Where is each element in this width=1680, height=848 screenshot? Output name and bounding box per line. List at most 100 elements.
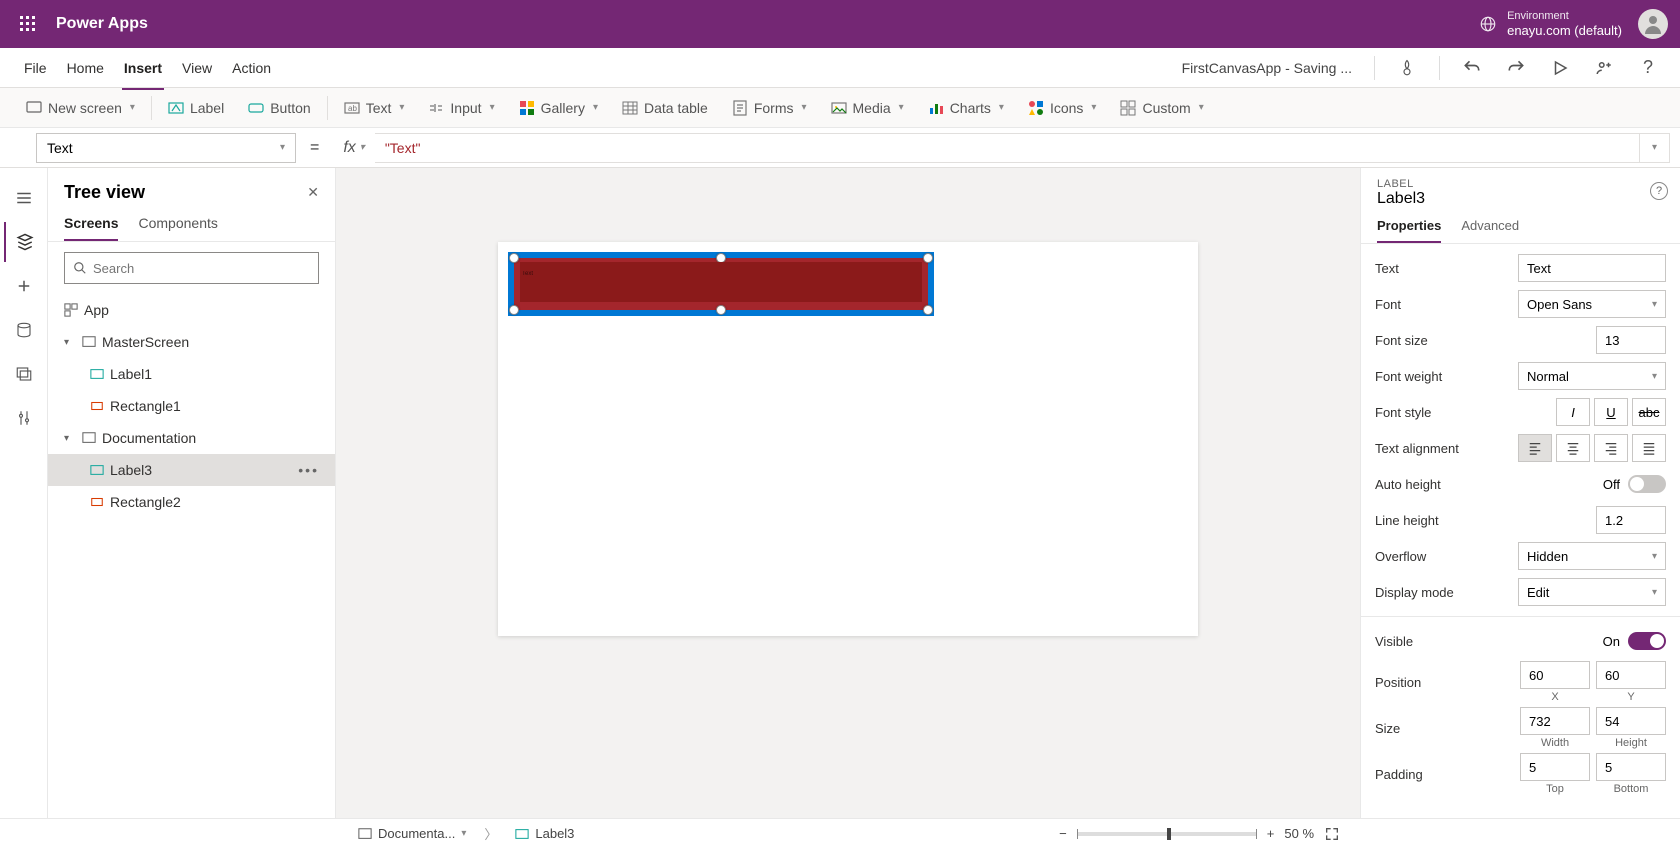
insert-media-dropdown[interactable]: Media▾: [819, 88, 916, 127]
zoom-in-icon[interactable]: +: [1267, 826, 1275, 841]
zoom-slider[interactable]: [1077, 832, 1257, 836]
formula-expand-icon[interactable]: ▾: [1640, 133, 1670, 163]
tree-node-screen[interactable]: ▾ MasterScreen: [48, 326, 335, 358]
breadcrumb-control[interactable]: Label3: [507, 822, 582, 846]
tree-node-screen[interactable]: ▾ Documentation: [48, 422, 335, 454]
formula-input[interactable]: "Text": [375, 133, 1640, 163]
tree-label: Label3: [110, 462, 152, 478]
prop-label: Text: [1375, 261, 1518, 276]
pos-x-input[interactable]: [1520, 661, 1590, 689]
tree-label: App: [84, 302, 109, 318]
new-screen-button[interactable]: New screen▾: [14, 88, 147, 127]
tab-properties[interactable]: Properties: [1377, 218, 1441, 243]
height-input[interactable]: [1596, 707, 1666, 735]
tree-node-control-selected[interactable]: Label3 •••: [48, 454, 335, 486]
font-size-input[interactable]: [1596, 326, 1666, 354]
tree-node-control[interactable]: Rectangle1: [48, 390, 335, 422]
breadcrumb-screen[interactable]: Documenta... ▾: [350, 822, 474, 846]
strikethrough-button[interactable]: abc: [1632, 398, 1666, 426]
tab-screens[interactable]: Screens: [64, 215, 118, 241]
canvas-area[interactable]: Text: [336, 168, 1360, 818]
font-dropdown[interactable]: Open Sans▾: [1518, 290, 1666, 318]
visible-toggle[interactable]: [1628, 632, 1666, 650]
overflow-dropdown[interactable]: Hidden▾: [1518, 542, 1666, 570]
underline-button[interactable]: U: [1594, 398, 1628, 426]
insert-custom-dropdown[interactable]: Custom▾: [1108, 88, 1215, 127]
chevron-down-icon[interactable]: ▾: [64, 433, 76, 444]
play-icon[interactable]: [1542, 50, 1578, 86]
display-mode-dropdown[interactable]: Edit▾: [1518, 578, 1666, 606]
close-icon[interactable]: ✕: [307, 184, 319, 201]
help-icon[interactable]: ?: [1650, 182, 1668, 200]
media-rail-icon[interactable]: [4, 354, 44, 394]
text-input[interactable]: [1518, 254, 1666, 282]
insert-charts-dropdown[interactable]: Charts▾: [916, 88, 1016, 127]
auto-height-toggle[interactable]: [1628, 475, 1666, 493]
insert-input-dropdown[interactable]: Input▾: [416, 88, 506, 127]
app-launcher-icon[interactable]: [12, 8, 44, 40]
align-justify-button[interactable]: [1632, 434, 1666, 462]
environment-picker[interactable]: Environment enayu.com (default): [1479, 10, 1622, 39]
tree-node-control[interactable]: Label1: [48, 358, 335, 390]
menu-file[interactable]: File: [14, 54, 57, 82]
search-field[interactable]: [93, 261, 310, 276]
insert-forms-dropdown[interactable]: Forms▾: [720, 88, 819, 127]
app-checker-icon[interactable]: [1389, 50, 1425, 86]
hamburger-icon[interactable]: [4, 178, 44, 218]
tools-rail-icon[interactable]: [4, 398, 44, 438]
tree-view-icon[interactable]: [4, 222, 44, 262]
fx-label[interactable]: fx▾: [333, 139, 374, 157]
pad-bottom-input[interactable]: [1596, 753, 1666, 781]
tab-advanced[interactable]: Advanced: [1461, 218, 1519, 243]
zoom-out-icon[interactable]: −: [1059, 826, 1067, 841]
font-weight-dropdown[interactable]: Normal▾: [1518, 362, 1666, 390]
align-left-button[interactable]: [1518, 434, 1552, 462]
gallery-icon: [519, 100, 535, 116]
more-icon[interactable]: •••: [292, 462, 325, 478]
search-input[interactable]: [64, 252, 319, 284]
tab-components[interactable]: Components: [138, 215, 217, 241]
align-center-button[interactable]: [1556, 434, 1590, 462]
x-label: X: [1520, 691, 1590, 703]
resize-handle[interactable]: [923, 305, 933, 315]
screen-canvas[interactable]: Text: [498, 242, 1198, 636]
insert-button-button[interactable]: Button: [236, 88, 322, 127]
tree-node-control[interactable]: Rectangle2: [48, 486, 335, 518]
resize-handle[interactable]: [923, 253, 933, 263]
insert-label-button[interactable]: Label: [156, 88, 236, 127]
help-icon[interactable]: ?: [1630, 50, 1666, 86]
insert-datatable-button[interactable]: Data table: [610, 88, 720, 127]
data-rail-icon[interactable]: [4, 310, 44, 350]
menu-action[interactable]: Action: [222, 54, 281, 82]
chevron-down-icon[interactable]: ▾: [64, 337, 76, 348]
pos-y-input[interactable]: [1596, 661, 1666, 689]
undo-icon[interactable]: [1454, 50, 1490, 86]
property-value: Text: [47, 140, 73, 156]
width-input[interactable]: [1520, 707, 1590, 735]
insert-gallery-dropdown[interactable]: Gallery▾: [507, 88, 610, 127]
user-avatar[interactable]: [1638, 9, 1668, 39]
resize-handle[interactable]: [509, 305, 519, 315]
button-icon: [248, 100, 264, 116]
insert-rail-icon[interactable]: [4, 266, 44, 306]
fit-screen-icon[interactable]: [1324, 826, 1340, 842]
align-right-button[interactable]: [1594, 434, 1628, 462]
prop-label: Line height: [1375, 513, 1596, 528]
share-icon[interactable]: [1586, 50, 1622, 86]
tree-node-app[interactable]: App: [48, 294, 335, 326]
pad-top-input[interactable]: [1520, 753, 1590, 781]
property-dropdown[interactable]: Text ▾: [36, 133, 296, 163]
insert-icons-dropdown[interactable]: Icons▾: [1016, 88, 1109, 127]
menu-home[interactable]: Home: [57, 54, 114, 82]
resize-handle[interactable]: [716, 305, 726, 315]
redo-icon[interactable]: [1498, 50, 1534, 86]
forms-label: Forms: [754, 100, 794, 116]
insert-text-dropdown[interactable]: ab Text▾: [332, 88, 417, 127]
italic-button[interactable]: I: [1556, 398, 1590, 426]
resize-handle[interactable]: [509, 253, 519, 263]
label-control-selected[interactable]: Text: [520, 262, 922, 302]
line-height-input[interactable]: [1596, 506, 1666, 534]
menu-insert[interactable]: Insert: [114, 54, 172, 82]
menu-view[interactable]: View: [172, 54, 222, 82]
prop-label: Text alignment: [1375, 441, 1518, 456]
